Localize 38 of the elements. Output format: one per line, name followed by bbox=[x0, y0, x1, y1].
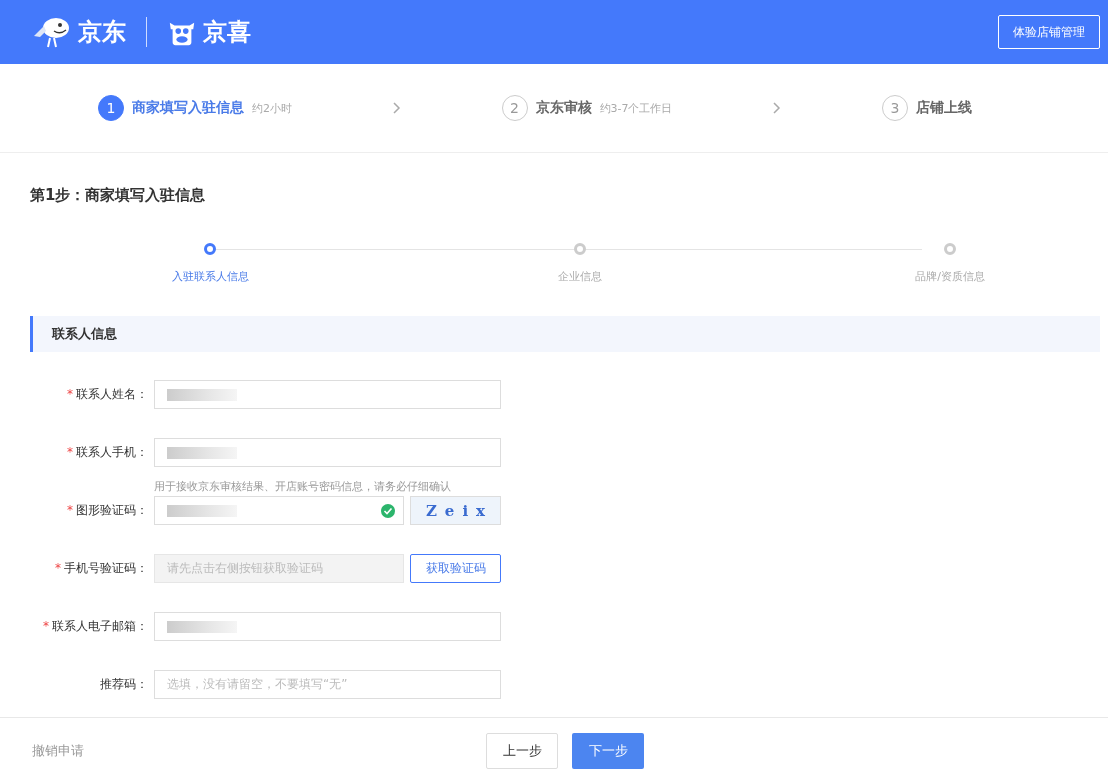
step-title: 京东审核 bbox=[535, 99, 592, 117]
step-title: 店铺上线 bbox=[915, 99, 972, 117]
step-title: 商家填写入驻信息 bbox=[132, 99, 244, 117]
shop-management-button[interactable]: 体验店铺管理 bbox=[998, 15, 1100, 49]
field-label: 手机号验证码： bbox=[64, 561, 148, 575]
chevron-right-icon bbox=[773, 102, 782, 114]
previous-step-button[interactable]: 上一步 bbox=[486, 733, 558, 769]
field-label: 推荐码： bbox=[100, 677, 148, 691]
input-field[interactable] bbox=[154, 438, 501, 467]
field-hint: 用于接收京东审核结果、开店账号密码信息，请务必仔细确认 bbox=[154, 479, 452, 494]
brand-logo-text: 京喜 bbox=[203, 17, 251, 48]
dog-mascot-icon bbox=[32, 16, 72, 48]
input-field[interactable] bbox=[154, 496, 404, 525]
cancel-application-link[interactable]: 撤销申请 bbox=[32, 742, 84, 760]
progress-label: 品牌/资质信息 bbox=[915, 269, 985, 284]
step-duration: 约2小时 bbox=[252, 100, 292, 116]
section-title: 联系人信息 bbox=[52, 325, 117, 343]
step-number: 1 bbox=[98, 95, 124, 121]
captcha-image[interactable]: Zeix bbox=[410, 496, 501, 525]
progress-label: 入驻联系人信息 bbox=[171, 269, 249, 284]
input-field[interactable] bbox=[154, 612, 501, 641]
required-asterisk: * bbox=[55, 561, 61, 575]
progress-label: 企业信息 bbox=[558, 269, 602, 284]
required-asterisk: * bbox=[43, 619, 49, 633]
step-duration: 约3-7个工作日 bbox=[599, 100, 673, 116]
page-title: 第1步：商家填写入驻信息 bbox=[30, 186, 207, 205]
field-label: 联系人电子邮箱： bbox=[52, 619, 148, 633]
field-label: 联系人手机： bbox=[76, 445, 148, 459]
field-label: 联系人姓名： bbox=[76, 387, 148, 401]
input-field[interactable]: 选填，没有请留空，不要填写“无” bbox=[154, 670, 501, 699]
input-field[interactable] bbox=[154, 380, 501, 409]
required-asterisk: * bbox=[67, 445, 73, 459]
chevron-right-icon bbox=[392, 102, 401, 114]
required-asterisk: * bbox=[67, 387, 73, 401]
required-asterisk: * bbox=[67, 503, 73, 517]
field-label: 图形验证码： bbox=[76, 503, 148, 517]
brand-logo-text: 京东 bbox=[78, 17, 126, 48]
next-step-button[interactable]: 下一步 bbox=[572, 733, 644, 769]
